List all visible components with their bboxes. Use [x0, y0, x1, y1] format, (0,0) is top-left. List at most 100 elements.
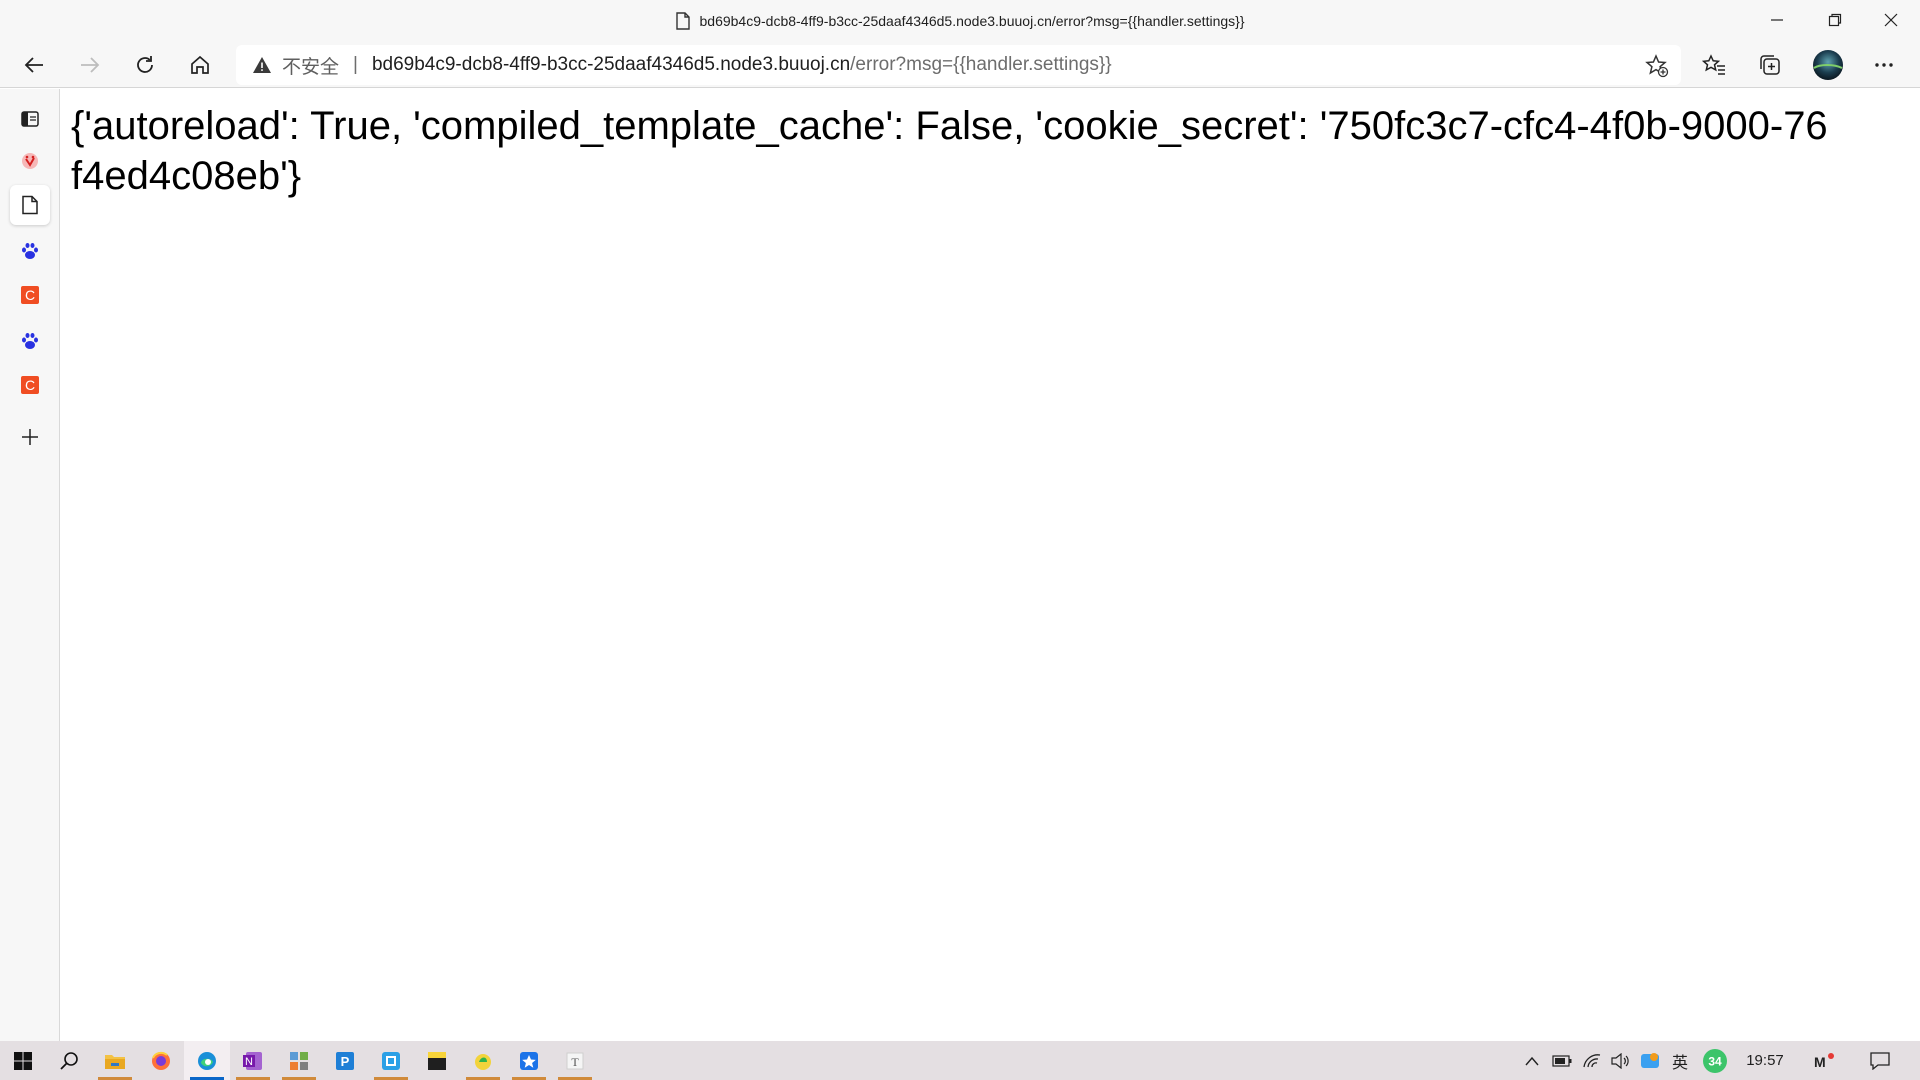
- back-arrow-icon: [24, 57, 43, 73]
- baidu-paw-icon: [22, 243, 38, 259]
- tray-app-icon-shape: [1641, 1052, 1659, 1068]
- favorites-button[interactable]: [1694, 46, 1734, 84]
- chevron-up-icon: [1525, 1056, 1539, 1065]
- green-app-icon: [475, 1053, 491, 1070]
- refresh-icon: [137, 56, 153, 73]
- taskbar-typora[interactable]: T: [552, 1041, 598, 1080]
- minimize-icon: [1771, 19, 1783, 21]
- sidebar-tab-4[interactable]: C: [10, 275, 50, 315]
- taskbar-onenote[interactable]: N: [230, 1041, 276, 1080]
- refresh-button[interactable]: [125, 46, 165, 84]
- taskbar-app-blue[interactable]: [506, 1041, 552, 1080]
- svg-text:M: M: [1814, 1054, 1826, 1070]
- taskbar-app-window[interactable]: [368, 1041, 414, 1080]
- security-status-label[interactable]: 不安全: [282, 52, 339, 79]
- p-app-icon: P: [336, 1051, 354, 1070]
- avatar: [1813, 50, 1843, 80]
- network-indicator[interactable]: [1578, 1041, 1606, 1080]
- svg-text:34: 34: [1708, 1054, 1722, 1068]
- speaker-icon: [1611, 1052, 1629, 1069]
- forward-button[interactable]: [70, 46, 110, 84]
- onenote-icon: N: [243, 1051, 262, 1070]
- home-button[interactable]: [180, 46, 220, 84]
- window-title-bar: bd69b4c9-dcb8-4ff9-b3cc-25daaf4346d5.nod…: [0, 0, 1920, 42]
- settings-more-button[interactable]: [1864, 46, 1904, 84]
- vertical-tabs-sidebar: C C: [0, 89, 60, 1041]
- favorites-list-icon: [1702, 54, 1725, 75]
- page-body-text: {'autoreload': True, 'compiled_template_…: [71, 104, 1828, 198]
- forward-arrow-icon: [81, 57, 100, 73]
- start-button[interactable]: [0, 1041, 46, 1080]
- sidebar-tab-1[interactable]: [10, 141, 50, 181]
- collections-icon: [1760, 55, 1780, 75]
- window-app-icon: [382, 1051, 400, 1070]
- sidebar-tab-2[interactable]: [10, 185, 50, 225]
- new-tab-button[interactable]: [10, 417, 50, 457]
- firefox-icon: [152, 1051, 170, 1070]
- home-icon: [191, 55, 209, 74]
- address-bar[interactable]: 不安全 | bd69b4c9-dcb8-4ff9-b3cc-25daaf4346…: [236, 45, 1681, 85]
- typora-icon: T: [566, 1052, 584, 1069]
- windows-logo-icon: [14, 1051, 32, 1070]
- site-favicon-icon: [22, 153, 38, 169]
- taskbar-app-green[interactable]: [460, 1041, 506, 1080]
- add-icon: [22, 429, 38, 445]
- sidebar-tab-5[interactable]: [10, 321, 50, 361]
- blue-app-icon: [520, 1051, 538, 1070]
- svg-text:C: C: [25, 377, 35, 393]
- input-method-indicator[interactable]: 英: [1666, 1041, 1694, 1080]
- search-icon: [60, 1051, 78, 1070]
- green-badge-icon: 34: [1703, 1048, 1727, 1073]
- show-hidden-icons-button[interactable]: [1518, 1041, 1546, 1080]
- mail-app-icon: M: [1814, 1052, 1834, 1070]
- svg-text:T: T: [571, 1055, 579, 1069]
- taskbar-app-grid[interactable]: [276, 1041, 322, 1080]
- action-center-button[interactable]: [1860, 1041, 1900, 1080]
- url-path: /error?msg={{handler.settings}}: [850, 54, 1112, 75]
- page-icon: [675, 12, 690, 30]
- svg-text:N: N: [245, 1056, 253, 1068]
- close-button[interactable]: [1862, 0, 1920, 40]
- taskbar-file-explorer[interactable]: [92, 1041, 138, 1080]
- taskbar-sticky-notes[interactable]: [414, 1041, 460, 1080]
- taskbar-app-p[interactable]: P: [322, 1041, 368, 1080]
- svg-text:C: C: [25, 287, 35, 303]
- svg-text:P: P: [341, 1054, 350, 1069]
- search-button[interactable]: [46, 1041, 92, 1080]
- notification-icon: [1870, 1051, 1890, 1070]
- warning-icon: [253, 57, 271, 73]
- tray-badge[interactable]: 34: [1698, 1041, 1732, 1080]
- window-title: bd69b4c9-dcb8-4ff9-b3cc-25daaf4346d5.nod…: [0, 0, 1920, 42]
- page-icon: [22, 195, 38, 215]
- restore-button[interactable]: [1806, 0, 1864, 40]
- taskbar-edge[interactable]: [184, 1041, 230, 1080]
- system-clock[interactable]: 19:57: [1735, 1041, 1795, 1080]
- close-icon: [1884, 13, 1898, 27]
- tab-actions-menu[interactable]: [10, 99, 50, 139]
- profile-button[interactable]: [1808, 46, 1848, 84]
- wifi-icon: [1583, 1053, 1601, 1067]
- minimize-button[interactable]: [1748, 0, 1806, 40]
- back-button[interactable]: [14, 46, 54, 84]
- url-host: bd69b4c9-dcb8-4ff9-b3cc-25daaf4346d5.nod…: [371, 54, 851, 75]
- edge-icon: [198, 1051, 216, 1070]
- sticky-notes-icon: [428, 1051, 446, 1070]
- taskbar: N P T 英 34 19:57 M: [0, 1041, 1920, 1080]
- battery-indicator[interactable]: [1548, 1041, 1576, 1080]
- address-separator: |: [353, 54, 358, 75]
- browser-toolbar: 不安全 | bd69b4c9-dcb8-4ff9-b3cc-25daaf4346…: [0, 42, 1920, 88]
- csdn-icon: C: [21, 376, 39, 394]
- sidebar-tab-3[interactable]: [10, 231, 50, 271]
- tray-notification-app[interactable]: M: [1808, 1041, 1840, 1080]
- window-title-text: bd69b4c9-dcb8-4ff9-b3cc-25daaf4346d5.nod…: [699, 13, 1245, 29]
- sidebar-tab-6[interactable]: C: [10, 365, 50, 405]
- add-favorite-icon[interactable]: [1645, 54, 1669, 78]
- taskbar-firefox[interactable]: [138, 1041, 184, 1080]
- collections-button[interactable]: [1750, 46, 1790, 84]
- tray-app-icon[interactable]: [1636, 1041, 1664, 1080]
- tab-actions-icon: [21, 111, 39, 127]
- restore-icon: [1828, 13, 1842, 27]
- volume-indicator[interactable]: [1606, 1041, 1634, 1080]
- app-grid-icon: [290, 1051, 308, 1070]
- baidu-paw-icon: [22, 333, 38, 349]
